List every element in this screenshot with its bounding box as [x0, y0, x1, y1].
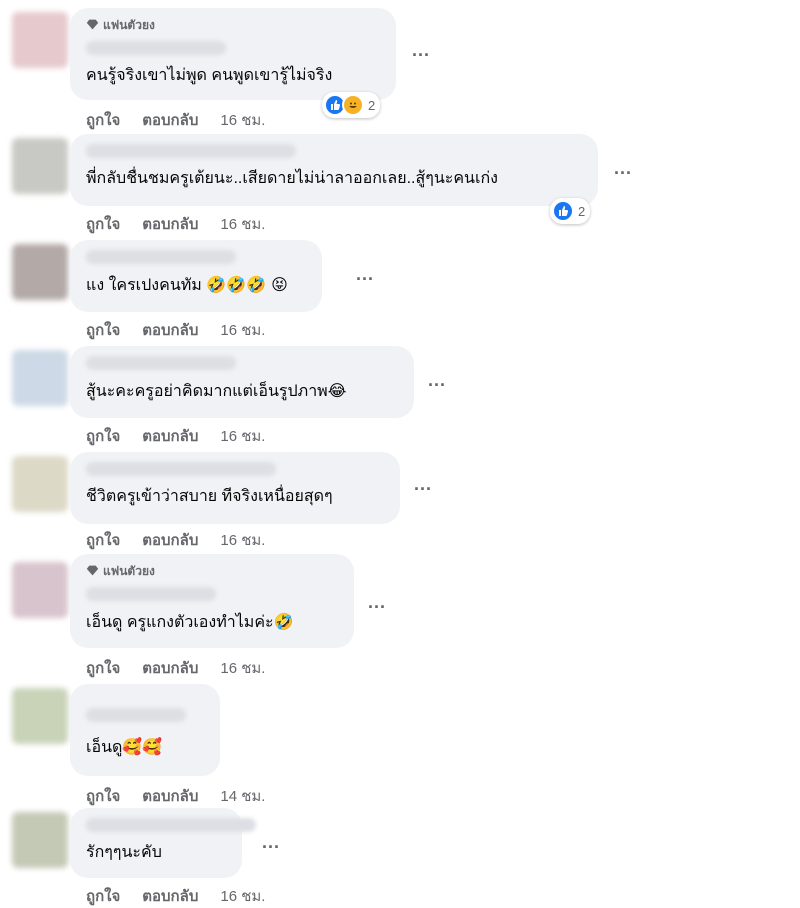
- comment-text: ชีวิตครูเข้าว่าสบาย ทีจริงเหนื่อยสุดๆ: [86, 488, 333, 505]
- comment-bubble: แฟนตัวยง คนรู้จริงเขาไม่พูด คนพูดเขารู้ไ…: [70, 8, 396, 100]
- reply-button[interactable]: ตอบกลับ: [142, 528, 198, 552]
- avatar[interactable]: [12, 12, 68, 68]
- timestamp[interactable]: 16 ชม.: [220, 656, 265, 680]
- reaction-count: 2: [578, 203, 586, 219]
- comment-actions: ถูกใจ ตอบกลับ 16 ชม.: [86, 108, 265, 132]
- author-name-blurred[interactable]: [86, 708, 186, 722]
- timestamp[interactable]: 16 ชม.: [220, 318, 265, 342]
- avatar[interactable]: [12, 350, 68, 406]
- fan-badge: แฟนตัวยง: [86, 562, 340, 581]
- badge-label: แฟนตัวยง: [103, 564, 155, 578]
- more-options-button[interactable]: ...: [428, 370, 446, 391]
- comment-bubble: สู้นะคะครูอย่าคิดมากแต่เอ็นรูปภาพ😂: [70, 346, 414, 418]
- haha-reaction-icon: [342, 94, 364, 116]
- author-name-blurred[interactable]: [86, 587, 216, 601]
- comment-actions: ถูกใจ ตอบกลับ 16 ชม.: [86, 318, 265, 342]
- reaction-count: 2: [368, 97, 376, 113]
- like-button[interactable]: ถูกใจ: [86, 656, 120, 680]
- like-button[interactable]: ถูกใจ: [86, 884, 120, 908]
- comment-text: สู้นะคะครูอย่าคิดมากแต่เอ็นรูปภาพ😂: [86, 381, 347, 400]
- author-name-blurred[interactable]: [86, 462, 276, 476]
- comment-bubble: เอ็นดู🥰🥰: [70, 684, 220, 776]
- smiling-hearts-emoji-icon: 🥰🥰: [122, 737, 163, 756]
- timestamp[interactable]: 16 ชม.: [220, 212, 265, 236]
- comment-text: เอ็นดู ครูแกงตัวเองทำไมค่ะ🤣: [86, 612, 294, 631]
- like-button[interactable]: ถูกใจ: [86, 108, 120, 132]
- reaction-summary[interactable]: 2: [550, 198, 591, 224]
- comment-actions: ถูกใจ ตอบกลับ 14 ชม.: [86, 784, 265, 808]
- badge-label: แฟนตัวยง: [103, 18, 155, 32]
- author-name-blurred[interactable]: [86, 144, 296, 158]
- like-button[interactable]: ถูกใจ: [86, 318, 120, 342]
- more-options-button[interactable]: ...: [262, 832, 280, 853]
- more-options-button[interactable]: ...: [614, 158, 632, 179]
- author-name-blurred[interactable]: [86, 356, 236, 370]
- comment-text: แง ใครเปงคนทัม 🤣🤣🤣 😝: [86, 275, 288, 294]
- comment-actions: ถูกใจ ตอบกลับ 16 ชม.: [86, 528, 265, 552]
- timestamp[interactable]: 16 ชม.: [220, 884, 265, 908]
- reply-button[interactable]: ตอบกลับ: [142, 108, 198, 132]
- comment-bubble: รักๆๆนะคับ: [70, 808, 256, 878]
- timestamp[interactable]: 14 ชม.: [220, 784, 265, 808]
- comment-bubble: แง ใครเปงคนทัม 🤣🤣🤣 😝: [70, 240, 322, 312]
- avatar[interactable]: [12, 456, 68, 512]
- reply-button[interactable]: ตอบกลับ: [142, 784, 198, 808]
- comment-bubble: แฟนตัวยง เอ็นดู ครูแกงตัวเองทำไมค่ะ🤣: [70, 554, 354, 648]
- author-name-blurred[interactable]: [86, 41, 226, 55]
- comment-text: รักๆๆนะคับ: [86, 844, 162, 861]
- reply-button[interactable]: ตอบกลับ: [142, 318, 198, 342]
- avatar[interactable]: [12, 688, 68, 744]
- comment-actions: ถูกใจ ตอบกลับ 16 ชม.: [86, 212, 265, 236]
- timestamp[interactable]: 16 ชม.: [220, 108, 265, 132]
- author-name-blurred[interactable]: [86, 818, 256, 832]
- diamond-icon: [86, 564, 99, 580]
- reply-button[interactable]: ตอบกลับ: [142, 884, 198, 908]
- like-button[interactable]: ถูกใจ: [86, 528, 120, 552]
- comment-actions: ถูกใจ ตอบกลับ 16 ชม.: [86, 424, 265, 448]
- more-options-button[interactable]: ...: [356, 264, 374, 285]
- comment-bubble: พี่กลับชื่นชมครูเต้ยนะ..เสียดายไม่น่าลาอ…: [70, 134, 598, 206]
- comment-text: เอ็นดู🥰🥰: [86, 737, 163, 756]
- like-button[interactable]: ถูกใจ: [86, 424, 120, 448]
- reply-button[interactable]: ตอบกลับ: [142, 656, 198, 680]
- laughing-emoji-icon: 🤣🤣🤣 😝: [206, 275, 288, 294]
- diamond-icon: [86, 18, 99, 34]
- avatar[interactable]: [12, 138, 68, 194]
- more-options-button[interactable]: ...: [368, 592, 386, 613]
- comment-text: คนรู้จริงเขาไม่พูด คนพูดเขารู้ไม่จริง: [86, 67, 333, 84]
- avatar[interactable]: [12, 812, 68, 868]
- timestamp[interactable]: 16 ชม.: [220, 424, 265, 448]
- avatar[interactable]: [12, 244, 68, 300]
- timestamp[interactable]: 16 ชม.: [220, 528, 265, 552]
- fan-badge: แฟนตัวยง: [86, 16, 382, 35]
- laughing-emoji-icon: 🤣: [273, 612, 294, 631]
- tears-of-joy-emoji-icon: 😂: [327, 381, 347, 400]
- comment-actions: ถูกใจ ตอบกลับ 16 ชม.: [86, 656, 265, 680]
- avatar[interactable]: [12, 562, 68, 618]
- comment-actions: ถูกใจ ตอบกลับ 16 ชม.: [86, 884, 265, 908]
- like-button[interactable]: ถูกใจ: [86, 784, 120, 808]
- reaction-summary[interactable]: 2: [322, 92, 381, 118]
- more-options-button[interactable]: ...: [412, 40, 430, 61]
- comment-bubble: ชีวิตครูเข้าว่าสบาย ทีจริงเหนื่อยสุดๆ: [70, 452, 400, 524]
- comment-text: พี่กลับชื่นชมครูเต้ยนะ..เสียดายไม่น่าลาอ…: [86, 170, 498, 187]
- like-reaction-icon: [552, 200, 574, 222]
- like-button[interactable]: ถูกใจ: [86, 212, 120, 236]
- reply-button[interactable]: ตอบกลับ: [142, 212, 198, 236]
- more-options-button[interactable]: ...: [414, 474, 432, 495]
- reply-button[interactable]: ตอบกลับ: [142, 424, 198, 448]
- author-name-blurred[interactable]: [86, 250, 236, 264]
